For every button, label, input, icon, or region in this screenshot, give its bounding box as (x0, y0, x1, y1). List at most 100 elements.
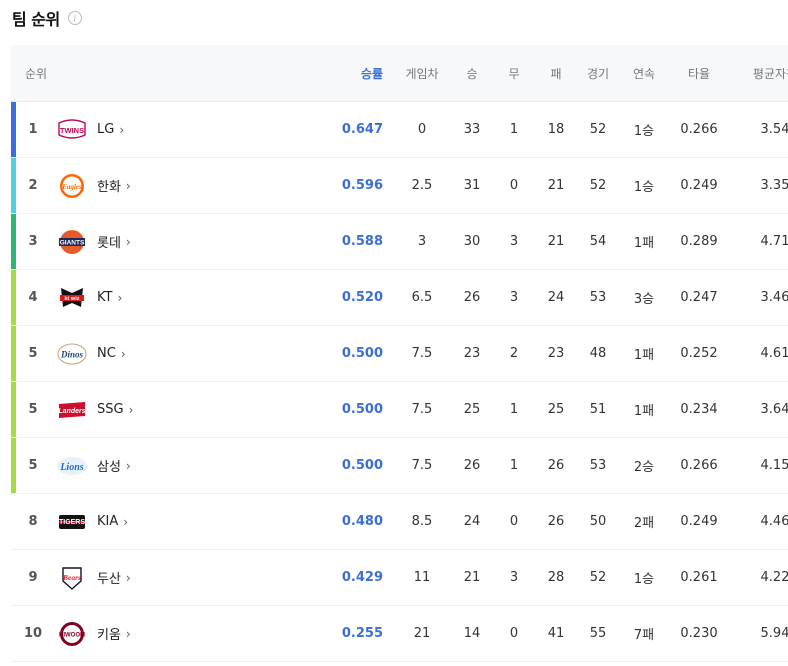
rank-cell: 10 (23, 626, 43, 641)
games-played-cell: 51 (589, 402, 607, 417)
losses-cell: 21 (547, 234, 565, 249)
table-row: 3 GIANTS 롯데 › 0.588 3 30 3 21 54 1패 0.289 4.71 (11, 214, 788, 270)
era-cell: 4.61 (760, 346, 788, 361)
col-pct[interactable]: 승률 (325, 65, 385, 82)
streak-cell: 3승 (633, 292, 655, 307)
team-link[interactable]: Dinos NC › (55, 340, 325, 368)
win-pct-cell: 0.588 (341, 234, 383, 249)
giants-logo: GIANTS (55, 228, 89, 256)
streak-cell: 1승 (633, 124, 655, 139)
svg-text:TIGERS: TIGERS (59, 519, 85, 526)
win-pct-cell: 0.500 (341, 402, 383, 417)
games-played-cell: 52 (589, 178, 607, 193)
page-header: 팀 순위 i (12, 6, 82, 30)
svg-text:KIWOOM: KIWOOM (59, 632, 85, 638)
team-name: KIA (97, 514, 119, 529)
rank-color-bar (11, 214, 16, 269)
games-behind-cell: 3 (417, 234, 427, 249)
wins-cell: 25 (463, 402, 481, 417)
team-link[interactable]: GIANTS 롯데 › (55, 228, 325, 256)
rank-color-bar (11, 102, 16, 157)
col-era[interactable]: 평균자책 (737, 65, 788, 82)
losses-cell: 26 (547, 514, 565, 529)
chevron-right-icon: › (125, 234, 131, 249)
era-cell: 3.46 (760, 290, 788, 305)
games-played-cell: 54 (589, 234, 607, 249)
era-cell: 4.71 (760, 234, 788, 249)
page-title: 팀 순위 (12, 10, 60, 29)
ktwiz-logo: kt wiz (55, 284, 89, 312)
rank-cell: 5 (28, 458, 38, 473)
wins-cell: 14 (463, 626, 481, 641)
chevron-right-icon: › (125, 570, 131, 585)
team-link[interactable]: KIWOOM 키움 › (55, 620, 325, 648)
rank-color-bar (11, 270, 16, 325)
team-name: 삼성 (97, 460, 121, 475)
svg-text:TWINS: TWINS (60, 126, 84, 135)
win-pct-cell: 0.647 (341, 122, 383, 137)
streak-cell: 2승 (633, 460, 655, 475)
era-cell: 4.15 (760, 458, 788, 473)
streak-cell: 2패 (633, 516, 655, 531)
games-played-cell: 55 (589, 626, 607, 641)
col-g[interactable]: 경기 (569, 65, 627, 82)
dinos-logo: Dinos (55, 340, 89, 368)
draws-cell: 0 (509, 178, 519, 193)
col-avg[interactable]: 타율 (661, 65, 737, 82)
table-row: 1 TWINS LG › 0.647 0 33 1 18 52 1승 0.266 3.54 (11, 102, 788, 158)
col-l[interactable]: 패 (543, 65, 569, 82)
games-behind-cell: 7.5 (411, 458, 433, 473)
losses-cell: 28 (547, 570, 565, 585)
chevron-right-icon: › (128, 402, 134, 417)
team-link[interactable]: Bears 두산 › (55, 564, 325, 592)
era-cell: 4.22 (760, 570, 788, 585)
wins-cell: 24 (463, 514, 481, 529)
chevron-right-icon: › (120, 346, 126, 361)
lions-logo: Lions (55, 452, 89, 480)
wins-cell: 21 (463, 570, 481, 585)
draws-cell: 2 (509, 346, 519, 361)
team-link[interactable]: Landers SSG › (55, 396, 325, 424)
table-row: 2 Eagles 한화 › 0.596 2.5 31 0 21 52 1승 0.249 3.35 (11, 158, 788, 214)
losses-cell: 21 (547, 178, 565, 193)
svg-text:kt wiz: kt wiz (65, 296, 80, 302)
col-w[interactable]: 승 (459, 65, 485, 82)
streak-cell: 1패 (633, 348, 655, 363)
table-row: 8 TIGERS KIA › 0.480 8.5 24 0 26 50 2패 0.249 4.46 (11, 494, 788, 550)
table-row: 4 kt wiz KT › 0.520 6.5 26 3 24 53 3승 0.247 3.46 (11, 270, 788, 326)
streak-cell: 1승 (633, 572, 655, 587)
batting-avg-cell: 0.249 (680, 514, 718, 529)
team-name: NC (97, 346, 116, 361)
streak-cell: 1승 (633, 180, 655, 195)
table-body: 1 TWINS LG › 0.647 0 33 1 18 52 1승 0.266 3.54 2 Eagles… (11, 102, 788, 662)
rank-color-bar (11, 438, 16, 493)
info-icon[interactable]: i (67, 11, 82, 25)
rank-cell: 1 (28, 122, 38, 137)
wins-cell: 30 (463, 234, 481, 249)
team-link[interactable]: kt wiz KT › (55, 284, 325, 312)
draws-cell: 1 (509, 122, 519, 137)
team-link[interactable]: TIGERS KIA › (55, 508, 325, 536)
col-streak[interactable]: 연속 (627, 65, 661, 82)
batting-avg-cell: 0.247 (680, 290, 718, 305)
col-gb[interactable]: 게임차 (385, 65, 459, 82)
table-row: 9 Bears 두산 › 0.429 11 21 3 28 52 1승 0.261 4.22 (11, 550, 788, 606)
games-played-cell: 52 (589, 570, 607, 585)
rank-color-bar (11, 382, 16, 437)
streak-cell: 1패 (633, 404, 655, 419)
twins-logo: TWINS (55, 116, 89, 144)
games-behind-cell: 21 (413, 626, 431, 641)
team-name: 두산 (97, 572, 121, 587)
draws-cell: 1 (509, 458, 519, 473)
batting-avg-cell: 0.234 (680, 402, 718, 417)
col-d[interactable]: 무 (485, 65, 543, 82)
draws-cell: 3 (509, 234, 519, 249)
bears-logo: Bears (55, 564, 89, 592)
batting-avg-cell: 0.249 (680, 178, 718, 193)
team-link[interactable]: Lions 삼성 › (55, 452, 325, 480)
games-behind-cell: 0 (417, 122, 427, 137)
team-link[interactable]: TWINS LG › (55, 116, 325, 144)
games-behind-cell: 7.5 (411, 346, 433, 361)
team-link[interactable]: Eagles 한화 › (55, 172, 325, 200)
draws-cell: 3 (509, 290, 519, 305)
